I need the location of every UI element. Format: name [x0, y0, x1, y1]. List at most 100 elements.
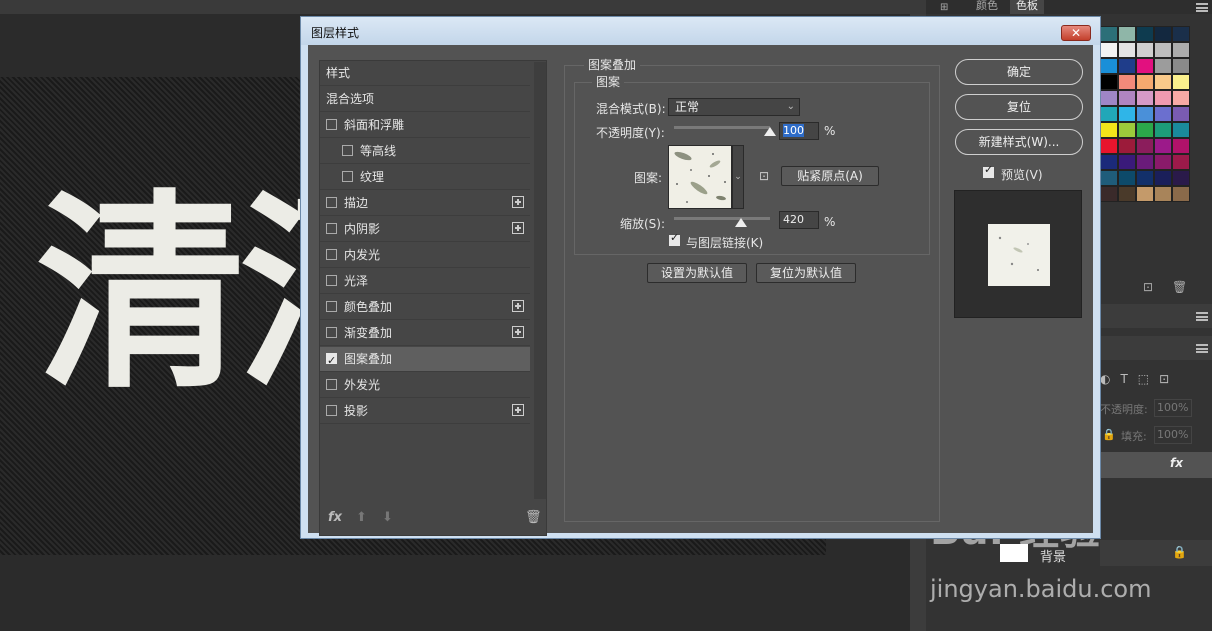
style-checkbox[interactable] [326, 223, 337, 234]
swatch[interactable] [1118, 42, 1136, 58]
swatch[interactable] [1154, 42, 1172, 58]
swatch[interactable] [1136, 186, 1154, 202]
layer-row-text[interactable]: fx [1100, 452, 1212, 478]
swatch[interactable] [1100, 74, 1118, 90]
swatch[interactable] [1100, 186, 1118, 202]
new-style-button[interactable]: 新建样式(W)... [955, 129, 1083, 155]
swatch[interactable] [1154, 106, 1172, 122]
swatch[interactable] [1100, 170, 1118, 186]
style-item[interactable]: 纹理 [320, 165, 530, 190]
swatch[interactable] [1100, 90, 1118, 106]
style-item[interactable]: 渐变叠加 [320, 321, 530, 346]
swatch[interactable] [1136, 26, 1154, 42]
layer-fx-badge[interactable]: fx [1170, 456, 1183, 470]
add-instance-icon[interactable] [512, 196, 524, 208]
reset-default-button[interactable]: 复位为默认值 [756, 263, 856, 283]
link-with-layer-checkbox[interactable] [669, 231, 680, 246]
swatch[interactable] [1154, 122, 1172, 138]
lock-icon[interactable]: 🔒 [1102, 428, 1116, 441]
swatch[interactable] [1118, 90, 1136, 106]
swatch[interactable] [1172, 106, 1190, 122]
swatch[interactable] [1154, 74, 1172, 90]
swatch-grid[interactable] [1100, 26, 1190, 202]
swatch[interactable] [1118, 122, 1136, 138]
style-checkbox[interactable] [342, 145, 353, 156]
swatch[interactable] [1154, 58, 1172, 74]
panel-collapse-icon[interactable]: ⊞ [940, 2, 948, 13]
ok-button[interactable]: 确定 [955, 59, 1083, 85]
swatch[interactable] [1100, 138, 1118, 154]
snap-to-origin-button[interactable]: 贴紧原点(A) [781, 166, 879, 186]
swatch[interactable] [1100, 122, 1118, 138]
swatch[interactable] [1136, 122, 1154, 138]
new-preset-icon[interactable]: ⊡ [759, 169, 769, 183]
swatch[interactable] [1172, 138, 1190, 154]
add-effect-fx-icon[interactable]: fx [328, 510, 342, 525]
swatch[interactable] [1118, 74, 1136, 90]
opacity-slider-thumb[interactable] [764, 127, 776, 136]
style-item[interactable]: 斜面和浮雕 [320, 113, 530, 138]
swatch[interactable] [1172, 74, 1190, 90]
style-item[interactable]: 投影 [320, 399, 530, 424]
style-checkbox[interactable] [342, 171, 353, 182]
swatch[interactable] [1172, 122, 1190, 138]
swatch[interactable] [1136, 74, 1154, 90]
swatch[interactable] [1118, 138, 1136, 154]
pattern-picker[interactable] [668, 145, 732, 209]
style-item[interactable]: 内阴影 [320, 217, 530, 242]
scale-input[interactable]: 420 [779, 211, 819, 229]
swatch[interactable] [1100, 58, 1118, 74]
swatch[interactable] [1136, 58, 1154, 74]
layer-opacity-input[interactable]: 100% [1154, 399, 1192, 417]
close-button[interactable]: ✕ [1061, 25, 1091, 41]
add-instance-icon[interactable] [512, 326, 524, 338]
swatch[interactable] [1118, 26, 1136, 42]
swatch[interactable] [1100, 42, 1118, 58]
style-list-scrollbar[interactable] [534, 62, 546, 499]
swatch[interactable] [1154, 90, 1172, 106]
swatch[interactable] [1136, 106, 1154, 122]
swatch[interactable] [1172, 42, 1190, 58]
opacity-input[interactable]: 100 [779, 122, 819, 140]
pattern-dropdown-button[interactable]: ⌄ [732, 145, 744, 209]
style-item[interactable]: 外发光 [320, 373, 530, 398]
style-checkbox[interactable] [326, 301, 337, 312]
move-up-icon[interactable]: ⬆ [356, 510, 367, 525]
tab-swatches[interactable]: 色板 [1010, 0, 1044, 14]
swatch[interactable] [1154, 186, 1172, 202]
scale-slider-thumb[interactable] [735, 218, 748, 227]
swatch[interactable] [1154, 26, 1172, 42]
style-item[interactable]: 样式 [320, 61, 530, 86]
layer-filter-icons[interactable]: ◐T⬚⊡ [1100, 372, 1179, 386]
new-swatch-icon[interactable]: ⊡ [1143, 280, 1153, 294]
style-item[interactable]: 内发光 [320, 243, 530, 268]
swatch[interactable] [1118, 170, 1136, 186]
swatch[interactable] [1172, 26, 1190, 42]
swatch[interactable] [1136, 138, 1154, 154]
style-item[interactable]: 颜色叠加 [320, 295, 530, 320]
swatch[interactable] [1118, 186, 1136, 202]
add-instance-icon[interactable] [512, 222, 524, 234]
blend-mode-select[interactable]: 正常 ⌄ [668, 98, 800, 116]
style-checkbox[interactable] [326, 349, 337, 373]
swatch[interactable] [1172, 154, 1190, 170]
style-checkbox[interactable] [326, 405, 337, 416]
style-item[interactable]: 等高线 [320, 139, 530, 164]
layer-fill-input[interactable]: 100% [1154, 426, 1192, 444]
style-checkbox[interactable] [326, 327, 337, 338]
scale-slider-track[interactable] [674, 217, 770, 220]
swatch[interactable] [1118, 106, 1136, 122]
swatch[interactable] [1100, 154, 1118, 170]
panel-menu-icon[interactable] [1196, 312, 1208, 321]
style-checkbox[interactable] [326, 275, 337, 286]
trash-icon[interactable]: 🗑 [1172, 280, 1187, 294]
swatch[interactable] [1154, 138, 1172, 154]
set-default-button[interactable]: 设置为默认值 [647, 263, 747, 283]
swatch[interactable] [1136, 170, 1154, 186]
swatch[interactable] [1118, 154, 1136, 170]
panel-menu-icon[interactable] [1196, 344, 1208, 353]
preview-checkbox[interactable] [983, 163, 994, 178]
style-checkbox[interactable] [326, 119, 337, 130]
dialog-titlebar[interactable]: 图层样式 ✕ [301, 17, 1100, 45]
swatch[interactable] [1172, 90, 1190, 106]
